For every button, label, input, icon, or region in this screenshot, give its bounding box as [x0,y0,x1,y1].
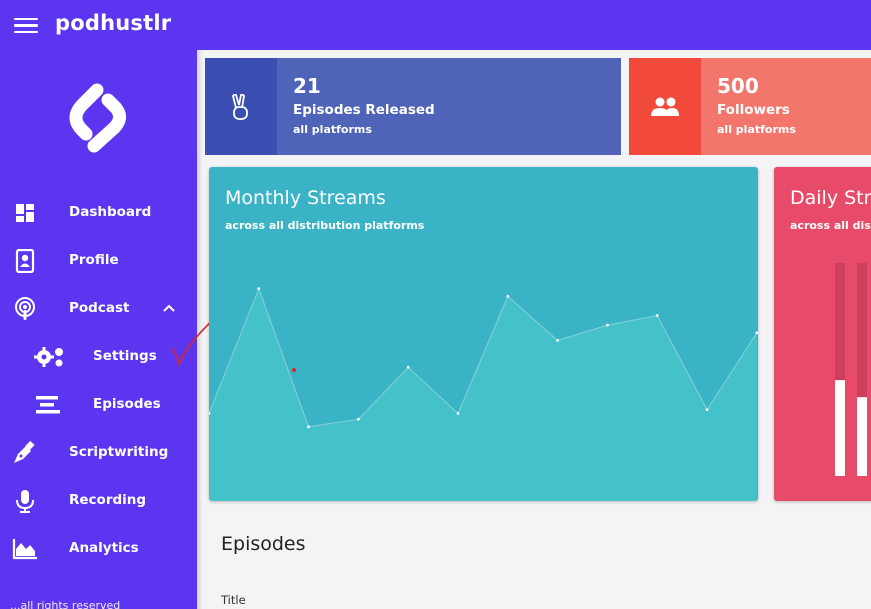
sidebar-item-label: Scriptwriting [69,444,169,460]
app-title: podhustlr [55,11,172,35]
bar[interactable] [835,380,845,476]
sidebar-item-label: Profile [69,252,119,268]
sidebar-footer: ...all rights reserved [10,599,121,609]
monthly-streams-chart [209,287,758,501]
data-point[interactable] [606,323,609,327]
stat-card-episodes: 21 Episodes Released all platforms [205,58,621,155]
sidebar-item-recording[interactable]: Recording [0,481,197,521]
dashboard-icon [16,204,34,222]
data-point[interactable] [357,417,360,421]
data-point[interactable] [655,314,659,317]
monthly-streams-card: Monthly Streams across all distribution … [209,167,758,501]
sidebar-item-label: Podcast [69,300,130,316]
stat-value: 500 [717,74,759,98]
sidebar-item-label: Settings [93,348,157,364]
data-point[interactable] [705,408,709,411]
data-point[interactable] [307,425,310,429]
sidebar-item-label: Analytics [69,540,139,556]
table-header-title: Title [221,593,246,607]
peace-hand-icon [232,94,248,120]
stat-subtitle: all platforms [293,123,372,136]
sidebar-item-label: Recording [69,492,147,508]
podcast-icon [15,297,35,320]
hamburger-menu-icon[interactable] [14,15,38,35]
podhustlr-logo [69,83,126,153]
sidebar-item-scriptwriting[interactable]: Scriptwriting [0,433,197,473]
gears-icon [34,347,63,367]
sidebar-item-label: Episodes [93,396,161,412]
sidebar-item-dashboard[interactable]: Dashboard [0,193,197,233]
card-subtitle: across all distribution platforms [790,219,871,232]
annotation-dot [292,368,296,372]
data-point[interactable] [506,294,510,298]
users-icon [651,97,679,116]
list-icon [36,396,60,414]
daily-streams-chart [835,263,867,476]
data-point[interactable] [406,365,410,369]
data-point[interactable] [556,339,559,342]
stat-title: Followers [717,102,790,118]
pen-icon [14,441,35,463]
bar[interactable] [857,397,867,476]
sidebar-item-analytics[interactable]: Analytics [0,529,197,569]
daily-streams-card: Daily Streams across all distribution pl… [774,167,871,501]
card-subtitle: across all distribution platforms [225,219,425,232]
stat-subtitle: all platforms [717,123,796,136]
stat-icon-box [205,58,277,155]
sidebar-item-episodes[interactable]: Episodes [0,385,197,425]
stat-card-followers: 500 Followers all platforms [629,58,871,155]
area-chart-icon [12,539,37,560]
card-title: Monthly Streams [225,187,386,209]
stat-title: Episodes Released [293,102,435,118]
data-point[interactable] [456,412,460,415]
card-title: Daily Streams [790,187,871,209]
stat-icon-box [629,58,701,155]
sidebar-item-profile[interactable]: Profile [0,241,197,281]
microphone-icon [16,490,34,513]
data-point[interactable] [257,287,261,290]
episodes-section-title: Episodes [221,533,306,555]
profile-icon [15,249,35,273]
area-series [209,288,757,501]
sidebar-item-label: Dashboard [69,204,152,220]
stat-value: 21 [293,74,321,98]
top-app-bar: podhustlr [0,0,871,50]
